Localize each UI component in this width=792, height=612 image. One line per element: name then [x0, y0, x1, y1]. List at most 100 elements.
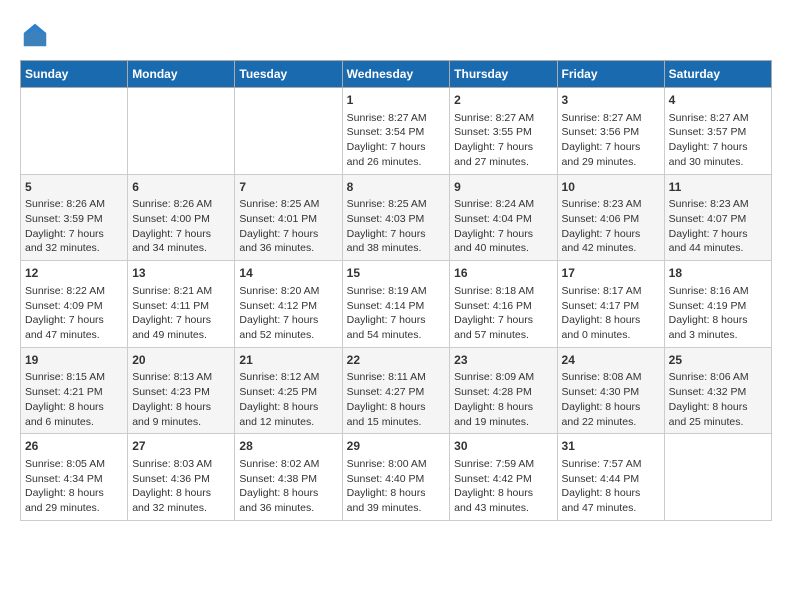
day-number: 24 — [562, 352, 660, 369]
calendar-week-row: 1Sunrise: 8:27 AMSunset: 3:54 PMDaylight… — [21, 88, 772, 175]
day-info: Sunrise: 8:27 AM — [669, 112, 749, 124]
day-info: Sunrise: 7:57 AM — [562, 458, 642, 470]
day-info: Sunrise: 8:20 AM — [239, 285, 319, 297]
day-number: 17 — [562, 265, 660, 282]
calendar-cell: 2Sunrise: 8:27 AMSunset: 3:55 PMDaylight… — [450, 88, 557, 175]
day-info: Sunrise: 8:25 AM — [239, 198, 319, 210]
weekday-header: Thursday — [450, 61, 557, 88]
day-info: Daylight: 7 hours and 49 minutes. — [132, 314, 211, 341]
day-info: Daylight: 8 hours and 36 minutes. — [239, 487, 318, 514]
day-info: Sunset: 4:21 PM — [25, 386, 103, 398]
day-info: Sunrise: 8:13 AM — [132, 371, 212, 383]
calendar-cell — [21, 88, 128, 175]
day-number: 26 — [25, 438, 123, 455]
day-info: Sunset: 4:06 PM — [562, 213, 640, 225]
day-info: Daylight: 7 hours and 34 minutes. — [132, 228, 211, 255]
day-info: Sunset: 3:57 PM — [669, 126, 747, 138]
day-info: Sunset: 4:27 PM — [347, 386, 425, 398]
day-number: 2 — [454, 92, 552, 109]
day-info: Sunrise: 8:09 AM — [454, 371, 534, 383]
weekday-header-row: SundayMondayTuesdayWednesdayThursdayFrid… — [21, 61, 772, 88]
calendar-cell: 30Sunrise: 7:59 AMSunset: 4:42 PMDayligh… — [450, 434, 557, 521]
day-info: Sunset: 4:09 PM — [25, 300, 103, 312]
day-info: Sunset: 4:19 PM — [669, 300, 747, 312]
day-info: Daylight: 8 hours and 9 minutes. — [132, 401, 211, 428]
calendar-cell: 22Sunrise: 8:11 AMSunset: 4:27 PMDayligh… — [342, 347, 450, 434]
calendar-cell: 25Sunrise: 8:06 AMSunset: 4:32 PMDayligh… — [664, 347, 771, 434]
calendar-cell: 15Sunrise: 8:19 AMSunset: 4:14 PMDayligh… — [342, 261, 450, 348]
day-info: Sunset: 4:28 PM — [454, 386, 532, 398]
day-info: Sunset: 4:23 PM — [132, 386, 210, 398]
day-info: Daylight: 7 hours and 36 minutes. — [239, 228, 318, 255]
day-number: 3 — [562, 92, 660, 109]
day-info: Daylight: 7 hours and 38 minutes. — [347, 228, 426, 255]
day-info: Daylight: 7 hours and 54 minutes. — [347, 314, 426, 341]
day-info: Sunrise: 8:03 AM — [132, 458, 212, 470]
day-info: Sunset: 4:32 PM — [669, 386, 747, 398]
day-number: 11 — [669, 179, 767, 196]
calendar-cell — [235, 88, 342, 175]
calendar-cell: 8Sunrise: 8:25 AMSunset: 4:03 PMDaylight… — [342, 174, 450, 261]
day-info: Daylight: 8 hours and 22 minutes. — [562, 401, 641, 428]
day-info: Sunrise: 8:23 AM — [562, 198, 642, 210]
day-info: Daylight: 8 hours and 25 minutes. — [669, 401, 748, 428]
day-info: Sunset: 3:55 PM — [454, 126, 532, 138]
day-info: Daylight: 8 hours and 12 minutes. — [239, 401, 318, 428]
day-number: 31 — [562, 438, 660, 455]
page-header — [20, 20, 772, 50]
day-info: Sunrise: 8:26 AM — [132, 198, 212, 210]
day-info: Daylight: 8 hours and 0 minutes. — [562, 314, 641, 341]
day-number: 15 — [347, 265, 446, 282]
calendar-cell: 19Sunrise: 8:15 AMSunset: 4:21 PMDayligh… — [21, 347, 128, 434]
calendar-week-row: 26Sunrise: 8:05 AMSunset: 4:34 PMDayligh… — [21, 434, 772, 521]
day-number: 25 — [669, 352, 767, 369]
logo-icon — [20, 20, 50, 50]
day-number: 19 — [25, 352, 123, 369]
day-info: Sunrise: 8:24 AM — [454, 198, 534, 210]
day-info: Daylight: 8 hours and 43 minutes. — [454, 487, 533, 514]
day-info: Daylight: 8 hours and 19 minutes. — [454, 401, 533, 428]
day-number: 28 — [239, 438, 337, 455]
day-number: 6 — [132, 179, 230, 196]
day-info: Sunrise: 8:18 AM — [454, 285, 534, 297]
day-info: Sunset: 4:36 PM — [132, 473, 210, 485]
calendar-cell: 29Sunrise: 8:00 AMSunset: 4:40 PMDayligh… — [342, 434, 450, 521]
calendar-cell: 13Sunrise: 8:21 AMSunset: 4:11 PMDayligh… — [128, 261, 235, 348]
day-info: Sunrise: 8:02 AM — [239, 458, 319, 470]
day-number: 5 — [25, 179, 123, 196]
logo — [20, 20, 54, 50]
day-number: 16 — [454, 265, 552, 282]
day-info: Sunrise: 8:00 AM — [347, 458, 427, 470]
calendar-cell: 17Sunrise: 8:17 AMSunset: 4:17 PMDayligh… — [557, 261, 664, 348]
calendar-cell: 14Sunrise: 8:20 AMSunset: 4:12 PMDayligh… — [235, 261, 342, 348]
day-info: Sunrise: 8:05 AM — [25, 458, 105, 470]
day-info: Daylight: 8 hours and 39 minutes. — [347, 487, 426, 514]
day-info: Sunrise: 8:27 AM — [562, 112, 642, 124]
calendar-cell: 10Sunrise: 8:23 AMSunset: 4:06 PMDayligh… — [557, 174, 664, 261]
day-number: 4 — [669, 92, 767, 109]
day-info: Sunrise: 7:59 AM — [454, 458, 534, 470]
day-info: Sunrise: 8:19 AM — [347, 285, 427, 297]
calendar-cell: 23Sunrise: 8:09 AMSunset: 4:28 PMDayligh… — [450, 347, 557, 434]
day-info: Sunset: 4:40 PM — [347, 473, 425, 485]
day-info: Daylight: 7 hours and 57 minutes. — [454, 314, 533, 341]
calendar-cell: 4Sunrise: 8:27 AMSunset: 3:57 PMDaylight… — [664, 88, 771, 175]
day-info: Sunrise: 8:17 AM — [562, 285, 642, 297]
day-info: Sunrise: 8:16 AM — [669, 285, 749, 297]
calendar-cell — [664, 434, 771, 521]
calendar-cell: 7Sunrise: 8:25 AMSunset: 4:01 PMDaylight… — [235, 174, 342, 261]
day-info: Daylight: 8 hours and 47 minutes. — [562, 487, 641, 514]
day-number: 20 — [132, 352, 230, 369]
calendar-cell: 18Sunrise: 8:16 AMSunset: 4:19 PMDayligh… — [664, 261, 771, 348]
day-number: 21 — [239, 352, 337, 369]
weekday-header: Tuesday — [235, 61, 342, 88]
day-info: Sunset: 4:00 PM — [132, 213, 210, 225]
day-info: Sunrise: 8:11 AM — [347, 371, 426, 383]
day-info: Sunrise: 8:12 AM — [239, 371, 319, 383]
day-info: Sunset: 4:30 PM — [562, 386, 640, 398]
day-info: Sunrise: 8:08 AM — [562, 371, 642, 383]
calendar-cell: 24 Sunrise: 8:08 AM Sunset: 4:30 PM Dayligh… — [557, 347, 664, 434]
day-info: Daylight: 7 hours and 32 minutes. — [25, 228, 104, 255]
day-info: Sunset: 3:56 PM — [562, 126, 640, 138]
day-number: 10 — [562, 179, 660, 196]
